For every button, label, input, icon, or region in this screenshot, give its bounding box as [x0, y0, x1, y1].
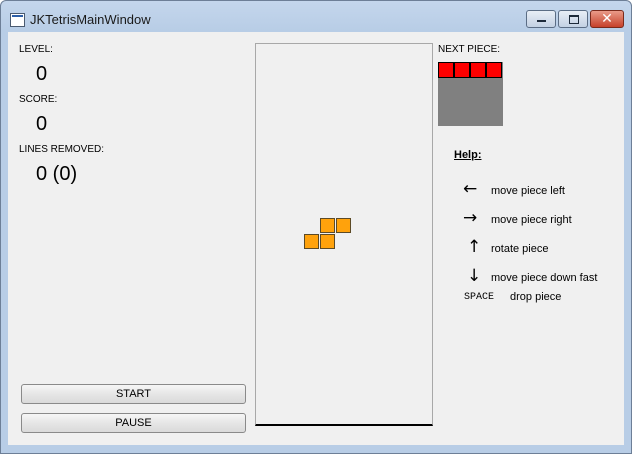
- lines-removed-label: LINES REMOVED:: [19, 144, 105, 155]
- help-move-right: move piece right: [491, 214, 572, 226]
- active-piece-cell: [320, 234, 335, 249]
- score-label: SCORE:: [19, 94, 58, 105]
- pause-button[interactable]: PAUSE: [21, 413, 246, 433]
- close-icon: ✕: [601, 11, 613, 27]
- maximize-icon: [569, 15, 579, 24]
- title-bar[interactable]: JKTetrisMainWindow ✕: [1, 1, 631, 32]
- close-button[interactable]: ✕: [590, 10, 624, 28]
- minimize-button[interactable]: [526, 10, 556, 28]
- space-key-label: SPACE: [464, 292, 495, 303]
- next-piece-preview: [438, 62, 503, 126]
- app-window-icon: [10, 13, 25, 27]
- next-piece-cell: [438, 62, 454, 78]
- help-move-down: move piece down fast: [491, 272, 598, 284]
- arrow-left-icon: ←: [463, 179, 478, 199]
- arrow-right-icon: →: [463, 208, 478, 228]
- active-piece-cell: [304, 234, 319, 249]
- active-piece-cell: [336, 218, 351, 233]
- start-button[interactable]: START: [21, 384, 246, 404]
- minimize-icon: [537, 20, 546, 22]
- next-piece-cell: [486, 62, 502, 78]
- window-title: JKTetrisMainWindow: [30, 12, 151, 27]
- game-board[interactable]: [255, 43, 433, 426]
- level-value: 0: [36, 63, 48, 85]
- next-piece-label: NEXT PIECE:: [438, 44, 501, 55]
- help-title: Help:: [454, 149, 482, 161]
- help-move-left: move piece left: [491, 185, 565, 197]
- next-piece-cell: [470, 62, 486, 78]
- active-piece-cell: [320, 218, 335, 233]
- lines-removed-value: 0 (0): [36, 163, 78, 185]
- arrow-up-icon: ↑: [467, 237, 482, 257]
- next-piece-cell: [454, 62, 470, 78]
- client-area: LEVEL: 0 SCORE: 0 LINES REMOVED: 0 (0) S…: [8, 32, 624, 445]
- maximize-button[interactable]: [558, 10, 588, 28]
- help-rotate: rotate piece: [491, 243, 549, 255]
- help-drop: drop piece: [510, 291, 562, 303]
- main-window: JKTetrisMainWindow ✕ LEVEL: 0 SCORE: 0 L…: [0, 0, 632, 454]
- arrow-down-icon: ↓: [467, 266, 482, 286]
- score-value: 0: [36, 113, 48, 135]
- level-label: LEVEL:: [19, 44, 53, 55]
